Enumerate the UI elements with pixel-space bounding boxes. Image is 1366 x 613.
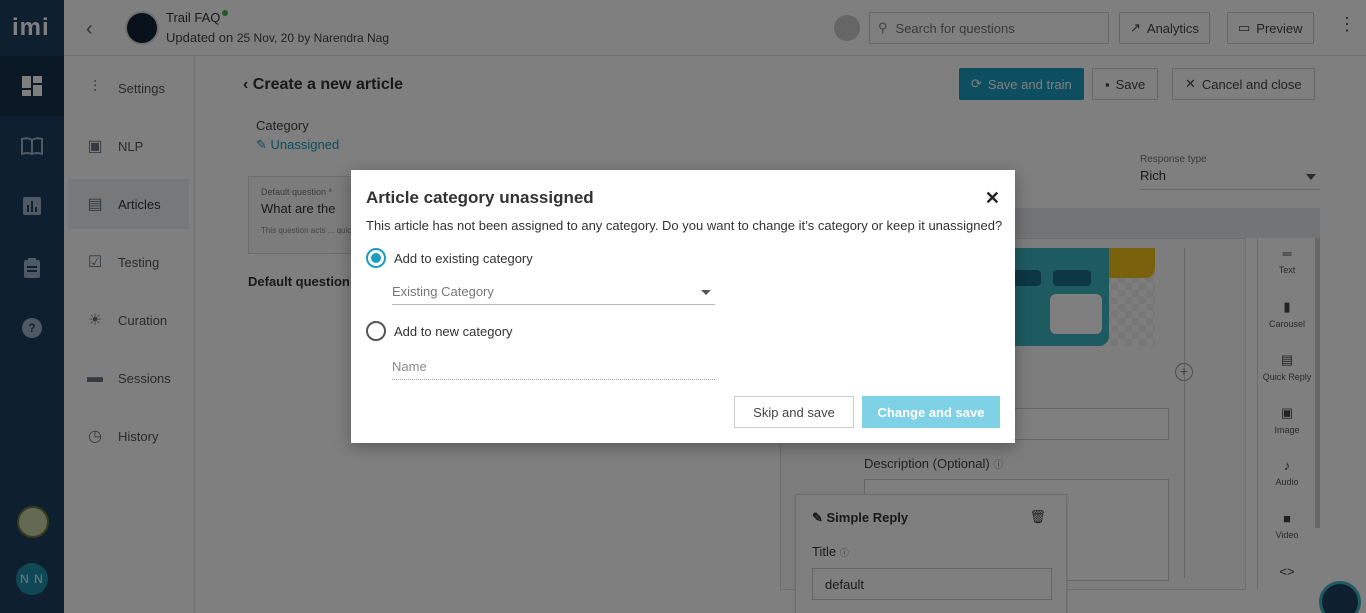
change-and-save-button[interactable]: Change and save xyxy=(862,396,1000,428)
existing-category-select[interactable]: Existing Category xyxy=(392,280,715,305)
existing-category-label: Add to existing category xyxy=(394,251,533,266)
dialog-message: This article has not been assigned to an… xyxy=(366,218,1003,233)
dialog-title: Article category unassigned xyxy=(366,188,594,207)
existing-category-placeholder: Existing Category xyxy=(392,284,494,299)
new-category-radio[interactable] xyxy=(366,321,386,341)
existing-category-radio[interactable] xyxy=(366,248,386,268)
skip-and-save-button[interactable]: Skip and save xyxy=(734,396,854,428)
new-category-label: Add to new category xyxy=(394,324,513,339)
category-dialog: Article category unassigned ✕ This artic… xyxy=(351,170,1015,443)
close-icon[interactable]: ✕ xyxy=(985,189,1000,207)
caret-down-icon xyxy=(701,290,711,295)
new-category-name-input[interactable] xyxy=(392,354,715,380)
